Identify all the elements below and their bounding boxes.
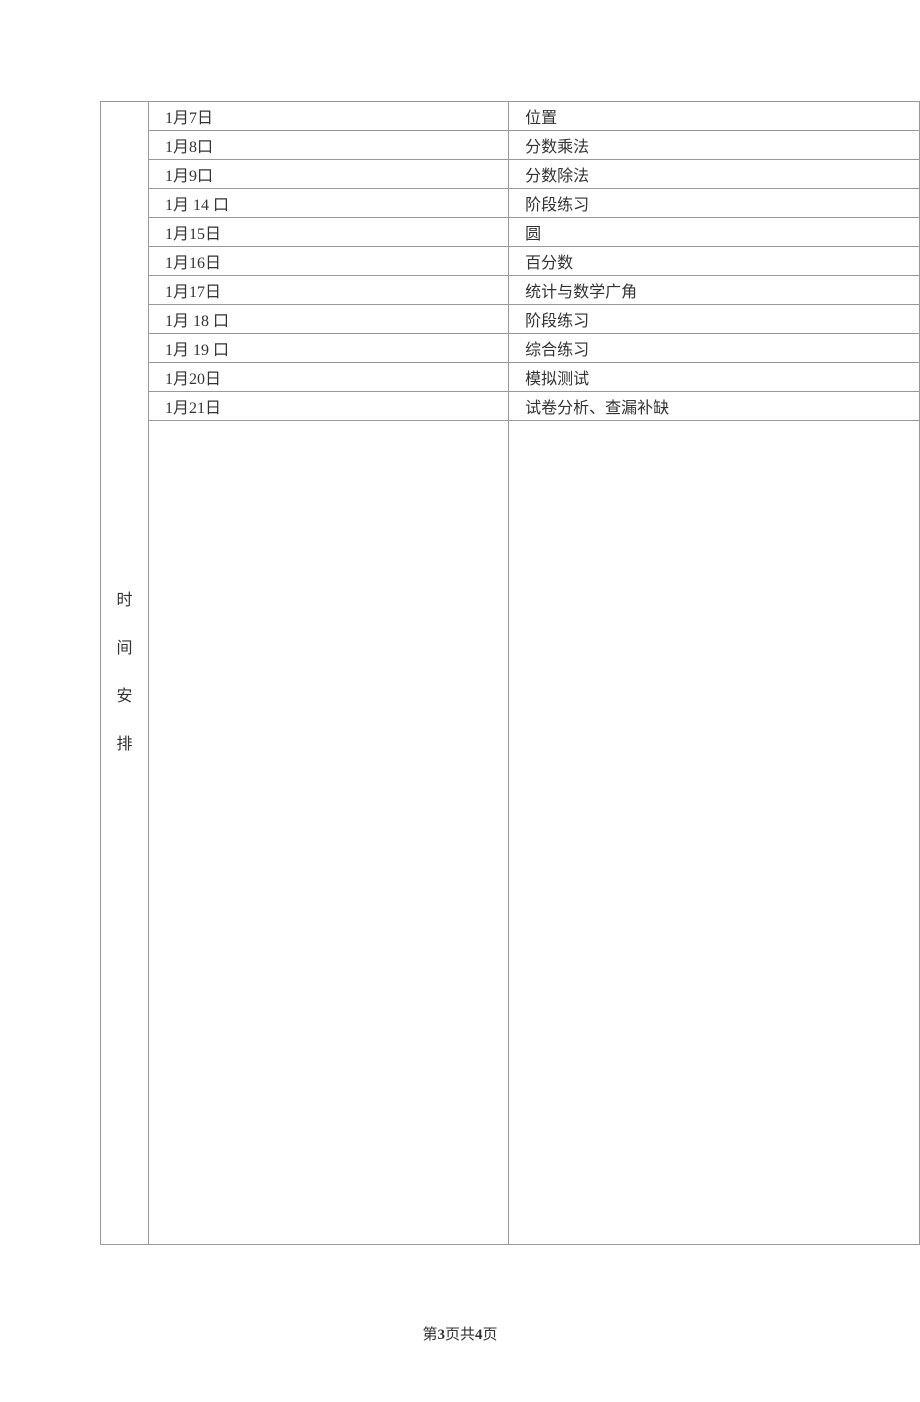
footer-middle: 页共 (445, 1327, 475, 1343)
schedule-main-table: 时 间 安 排 1月7日位置1月8口分数乘法1月9口分数除法1月 14 口阶段练… (100, 101, 920, 1245)
sidebar-header: 时 间 安 排 (101, 102, 149, 1245)
table-row: 1月21日试卷分析、查漏补缺 (149, 392, 919, 421)
table-row: 1月8口分数乘法 (149, 131, 919, 160)
date-cell: 1月17日 (149, 276, 509, 305)
content-cell: 圆 (509, 218, 919, 247)
date-cell: 1月 19 口 (149, 334, 509, 363)
table-row: 1月 19 口综合练习 (149, 334, 919, 363)
content-cell: 分数乘法 (509, 131, 919, 160)
content-cell: 试卷分析、查漏补缺 (509, 392, 919, 421)
date-cell: 1月15日 (149, 218, 509, 247)
content-cell: 阶段练习 (509, 305, 919, 334)
date-cell: 1月7日 (149, 102, 509, 131)
table-row: 1月 18 口阶段练习 (149, 305, 919, 334)
empty-content-cell (509, 421, 919, 1244)
footer-prefix: 第 (422, 1327, 437, 1343)
date-cell: 1月20日 (149, 363, 509, 392)
content-cell: 阶段练习 (509, 189, 919, 218)
date-cell: 1月16日 (149, 247, 509, 276)
content-cell: 模拟测试 (509, 363, 919, 392)
content-cell: 分数除法 (509, 160, 919, 189)
table-empty-row (149, 421, 919, 1244)
page-footer: 第3页共4页 (0, 1323, 920, 1344)
date-cell: 1月 14 口 (149, 189, 509, 218)
footer-suffix: 页 (483, 1327, 498, 1343)
table-row: 1月9口分数除法 (149, 160, 919, 189)
footer-total-pages: 4 (475, 1327, 483, 1343)
table-row: 1月7日位置 (149, 102, 919, 131)
table-row: 1月16日百分数 (149, 247, 919, 276)
table-row: 1月15日圆 (149, 218, 919, 247)
footer-current-page: 3 (437, 1327, 445, 1343)
empty-date-cell (149, 421, 509, 1244)
sidebar-char-4: 排 (101, 721, 148, 769)
document-page: 时 间 安 排 1月7日位置1月8口分数乘法1月9口分数除法1月 14 口阶段练… (0, 0, 920, 1402)
date-cell: 1月9口 (149, 160, 509, 189)
content-cell: 综合练习 (509, 334, 919, 363)
content-cell: 百分数 (509, 247, 919, 276)
sidebar-char-2: 间 (101, 625, 148, 673)
content-cell: 位置 (509, 102, 919, 131)
table-row: 1月20日模拟测试 (149, 363, 919, 392)
sidebar-char-3: 安 (101, 673, 148, 721)
content-cell: 统计与数学广角 (509, 276, 919, 305)
table-row: 1月17日统计与数学广角 (149, 276, 919, 305)
date-cell: 1月8口 (149, 131, 509, 160)
schedule-content-table: 1月7日位置1月8口分数乘法1月9口分数除法1月 14 口阶段练习1月15日圆1… (149, 102, 919, 1244)
date-cell: 1月 18 口 (149, 305, 509, 334)
sidebar-char-1: 时 (101, 577, 148, 625)
table-row: 1月 14 口阶段练习 (149, 189, 919, 218)
date-cell: 1月21日 (149, 392, 509, 421)
